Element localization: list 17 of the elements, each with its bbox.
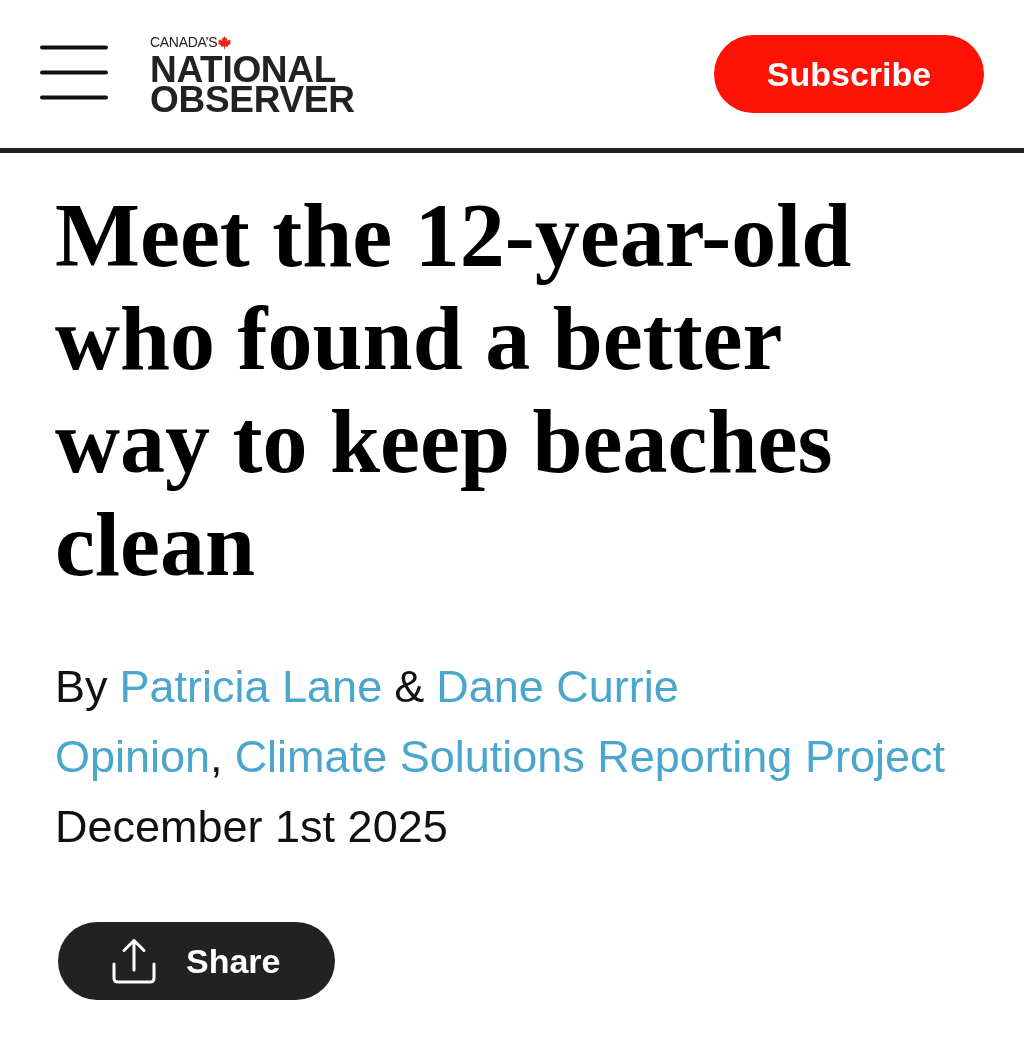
author-link[interactable]: Dane Currie [436,652,679,722]
section-link[interactable]: Climate Solutions Reporting Project [234,722,945,792]
author-link[interactable]: Patricia Lane [119,652,383,722]
byline-prefix: By [55,660,108,714]
maple-leaf-icon [218,35,232,49]
share-icon [112,938,156,984]
publish-date: December 1st 2025 [55,800,448,854]
article-headline: Meet the 12-year-old who found a better way to keep beaches clean [55,185,853,596]
subscribe-button[interactable]: Subscribe [714,35,984,113]
logo-wordmark: NATIONAL [150,55,336,85]
logo-tagline: CANADA’S [150,35,218,49]
logo-wordmark: OBSERVER [150,85,355,115]
share-button[interactable]: Share [58,922,335,1000]
author-joiner: & [394,660,425,714]
section-separator: , [210,730,223,784]
menu-icon[interactable] [40,45,108,100]
section-link[interactable]: Opinion [55,722,211,792]
